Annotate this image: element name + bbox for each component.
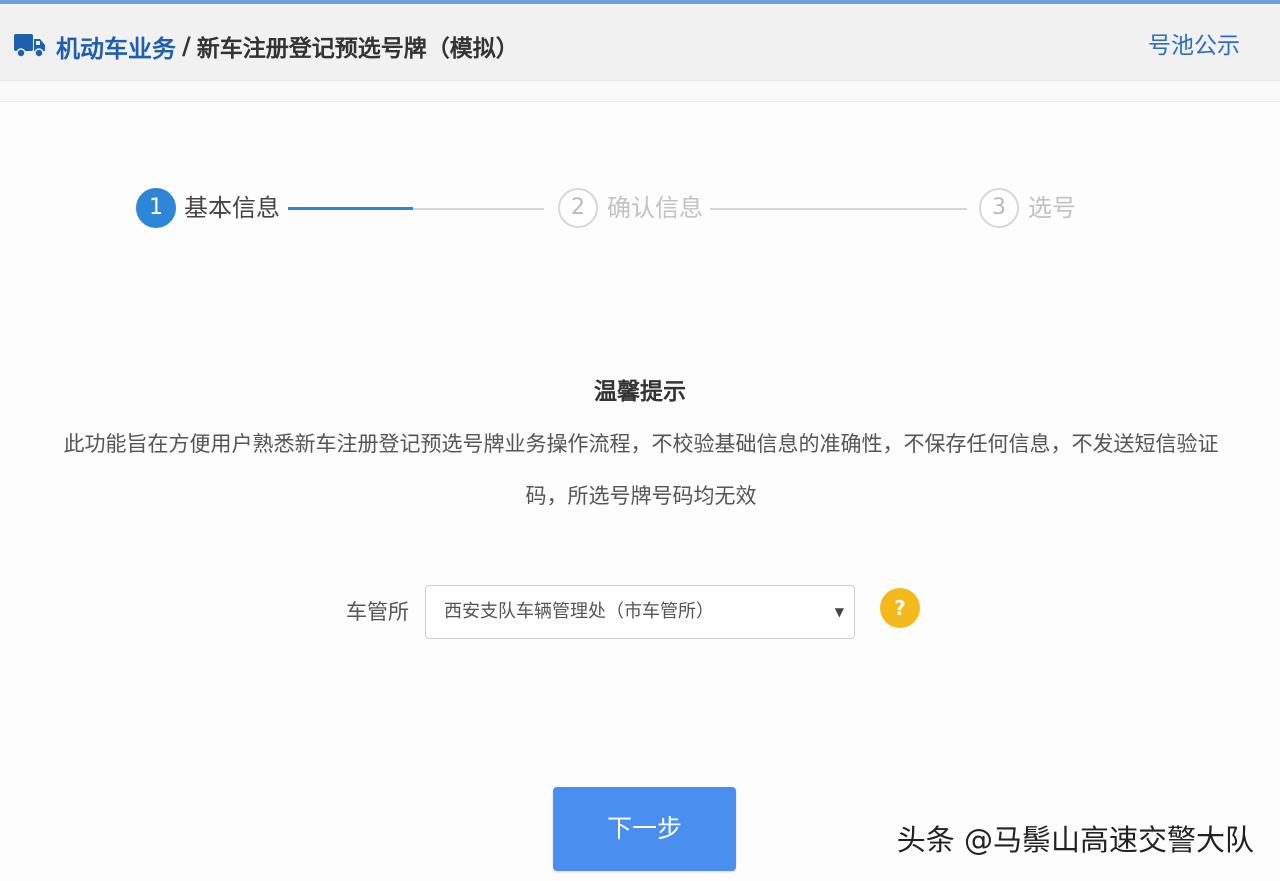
notice-title: 温馨提示 bbox=[594, 379, 686, 405]
caret-down-icon: ▼ bbox=[834, 605, 844, 619]
header-subbar bbox=[0, 81, 1280, 102]
step-connector-2 bbox=[710, 208, 967, 210]
step-3-label: 选号 bbox=[1028, 194, 1076, 222]
step-1-label: 基本信息 bbox=[184, 194, 280, 222]
step-2-circle: 2 bbox=[558, 188, 598, 228]
watermark-text: 头条 @马鬃山高速交警大队 bbox=[896, 823, 1254, 857]
page-header: 机动车业务 / 新车注册登记预选号牌（模拟） 号池公示 bbox=[0, 4, 1280, 81]
page-title: 新车注册登记预选号牌（模拟） bbox=[196, 36, 519, 62]
office-label: 车管所 bbox=[346, 600, 409, 624]
office-select-value: 西安支队车辆管理处（市车管所） bbox=[444, 601, 714, 622]
step-1-circle: 1 bbox=[136, 188, 176, 228]
office-select[interactable]: 西安支队车辆管理处（市车管所） ▼ bbox=[425, 585, 855, 639]
number-pool-link[interactable]: 号池公示 bbox=[1148, 28, 1240, 64]
truck-icon bbox=[14, 34, 45, 58]
step-2-label: 确认信息 bbox=[607, 194, 703, 222]
help-icon[interactable]: ? bbox=[880, 588, 920, 628]
breadcrumb-separator: / bbox=[182, 32, 191, 60]
next-step-button[interactable]: 下一步 bbox=[553, 787, 736, 871]
breadcrumb: 机动车业务 / 新车注册登记预选号牌（模拟） bbox=[56, 26, 519, 66]
step-3-circle: 3 bbox=[979, 188, 1019, 228]
step-progress-bar bbox=[288, 207, 413, 210]
notice-body: 此功能旨在方便用户熟悉新车注册登记预选号牌业务操作流程，不校验基础信息的准确性，… bbox=[63, 432, 1219, 508]
breadcrumb-root[interactable]: 机动车业务 bbox=[56, 29, 176, 64]
